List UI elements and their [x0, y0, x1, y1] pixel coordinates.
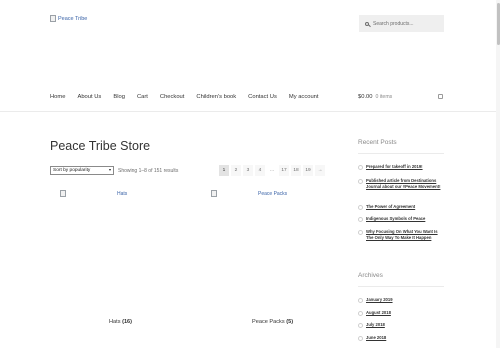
pagination: 1 2 3 4 … 17 18 19 →: [219, 165, 325, 176]
bullet-icon: [358, 204, 363, 210]
bullet-icon: [358, 297, 363, 303]
nav-home[interactable]: Home: [50, 94, 65, 100]
page-link[interactable]: 2: [231, 165, 241, 176]
recent-posts-title: Recent Posts: [358, 139, 397, 146]
broken-image-icon: [50, 15, 56, 22]
archive-item: July 2018: [358, 322, 448, 328]
page-link[interactable]: 4: [255, 165, 265, 176]
recent-post-item: Published article from Destinations Jour…: [358, 178, 448, 190]
nav-childrens-book[interactable]: Children's book: [196, 94, 236, 100]
result-count: Showing 1–8 of 151 results: [118, 167, 179, 174]
shopping-bag-icon[interactable]: [438, 94, 443, 99]
nav-contact-us[interactable]: Contact Us: [248, 94, 277, 100]
archive-item: June 2018: [358, 335, 448, 341]
broken-image-icon: [211, 190, 217, 197]
archive-item: August 2018: [358, 310, 448, 316]
cart-count: 0 items: [375, 94, 393, 100]
recent-post-item: Indigenous Symbols of Peace: [358, 216, 448, 222]
bullet-icon: [358, 216, 363, 222]
recent-post-item: Prepared for takeoff in 2019!: [358, 164, 448, 170]
logo-alt-text: Peace Tribe: [58, 15, 88, 22]
sort-select[interactable]: Sort by popularity: [50, 166, 114, 175]
broken-image-icon: [60, 190, 66, 197]
category-title-peace-packs[interactable]: Peace Packs (5): [252, 319, 293, 325]
product-image-peace-packs[interactable]: Peace Packs: [211, 190, 287, 197]
page-link[interactable]: 18: [291, 165, 301, 176]
bullet-icon: [358, 322, 363, 328]
page-link[interactable]: 3: [243, 165, 253, 176]
next-page-arrow-icon[interactable]: →: [315, 165, 325, 176]
primary-navigation: Home About Us Blog Cart Checkout Childre…: [50, 94, 331, 100]
site-logo[interactable]: Peace Tribe: [50, 15, 87, 22]
category-count: (5): [286, 319, 294, 325]
recent-post-link[interactable]: Why Focusing On What You Want Is The Onl…: [366, 229, 444, 241]
category-name: Peace Packs: [252, 319, 285, 325]
cart-amount: $0.00: [358, 94, 373, 100]
nav-checkout[interactable]: Checkout: [160, 94, 185, 100]
scrollbar-thumb[interactable]: [496, 3, 500, 45]
recent-post-item: Why Focusing On What You Want Is The Onl…: [358, 229, 448, 241]
archive-item: January 2019: [358, 297, 448, 303]
category-count: (16): [122, 319, 133, 325]
widget-divider: [358, 153, 444, 154]
archive-link[interactable]: June 2018: [366, 335, 386, 340]
page-link[interactable]: 17: [279, 165, 289, 176]
bullet-icon: [358, 178, 363, 184]
product-image-hats[interactable]: Hats: [60, 190, 127, 197]
widget-divider: [358, 286, 444, 287]
category-name: Hats: [109, 319, 121, 325]
search-icon: [365, 21, 369, 26]
search-input[interactable]: [373, 20, 441, 27]
archive-link[interactable]: July 2018: [366, 322, 385, 327]
image-alt-text: Peace Packs: [258, 190, 288, 197]
header-cart[interactable]: $0.00 0 items: [358, 94, 392, 100]
archives-title: Archives: [358, 272, 383, 279]
page-link[interactable]: 19: [303, 165, 313, 176]
archive-link[interactable]: August 2018: [366, 310, 391, 315]
recent-post-item: The Power of Agreement: [358, 204, 448, 210]
page-ellipsis: …: [269, 168, 275, 173]
chevron-down-icon: [109, 169, 111, 172]
page-title: Peace Tribe Store: [50, 139, 151, 153]
bullet-icon: [358, 229, 363, 235]
nav-blog[interactable]: Blog: [113, 94, 125, 100]
page-current: 1: [219, 165, 229, 176]
sort-selected-value: Sort by popularity: [53, 168, 91, 173]
recent-post-link[interactable]: Prepared for takeoff in 2019!: [366, 164, 423, 170]
bullet-icon: [358, 164, 363, 170]
bullet-icon: [358, 335, 363, 341]
recent-post-link[interactable]: Published article from Destinations Jour…: [366, 178, 444, 190]
recent-post-link[interactable]: Indigenous Symbols of Peace: [366, 216, 425, 222]
category-title-hats[interactable]: Hats (16): [109, 319, 132, 325]
header-divider: [0, 111, 496, 112]
nav-about-us[interactable]: About Us: [77, 94, 101, 100]
nav-cart[interactable]: Cart: [137, 94, 148, 100]
recent-post-link[interactable]: The Power of Agreement: [366, 204, 415, 210]
product-search[interactable]: [359, 15, 444, 32]
scrollbar-track[interactable]: [496, 0, 500, 348]
image-alt-text: Hats: [117, 190, 128, 197]
nav-my-account[interactable]: My account: [289, 94, 319, 100]
archive-link[interactable]: January 2019: [366, 297, 393, 302]
bullet-icon: [358, 310, 363, 316]
